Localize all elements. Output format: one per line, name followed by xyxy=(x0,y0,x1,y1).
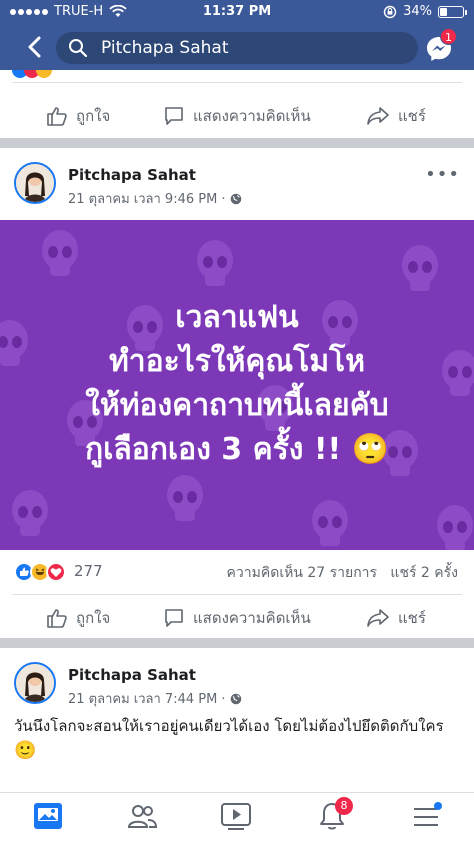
comment-label: แสดงความคิดเห็น xyxy=(193,107,311,125)
chevron-left-icon xyxy=(28,36,41,58)
notifications-badge: 8 xyxy=(335,797,353,815)
post-timestamp: 21 ตุลาคม เวลา 7:44 PM · xyxy=(68,688,242,709)
top-bar: TRUE-H 11:37 PM 34% Pitchapa Sahat 1 xyxy=(0,0,474,70)
like-icon xyxy=(47,609,67,628)
nav-menu[interactable] xyxy=(406,799,446,835)
previous-post-card: ถูกใจ แสดงความคิดเห็น แชร์ xyxy=(0,70,474,138)
post-timestamp: 21 ตุลาคม เวลา 9:46 PM · xyxy=(68,188,242,209)
post-card: Pitchapa Sahat 21 ตุลาคม เวลา 9:46 PM · … xyxy=(0,148,474,638)
profile-photo xyxy=(16,664,54,702)
avatar[interactable] xyxy=(14,662,56,704)
post-text-line-1: เวลาแฟน xyxy=(175,300,299,335)
post-author[interactable]: Pitchapa Sahat xyxy=(68,666,196,684)
back-button[interactable] xyxy=(22,32,48,62)
post-text-line-3: ให้ท่องคาถาบทนี้เลยคับ xyxy=(85,388,389,423)
comment-button[interactable]: แสดงความคิดเห็น xyxy=(163,94,311,138)
post-card: Pitchapa Sahat 21 ตุลาคม เวลา 7:44 PM · … xyxy=(0,648,474,792)
battery-percent: 34% xyxy=(403,4,432,19)
post-author[interactable]: Pitchapa Sahat xyxy=(68,166,196,184)
nav-watch[interactable] xyxy=(216,799,256,835)
like-label: ถูกใจ xyxy=(76,609,111,627)
haha-reaction-icon xyxy=(36,70,52,78)
separator xyxy=(382,565,386,581)
share-label: แชร์ xyxy=(398,609,426,627)
divider xyxy=(12,594,462,595)
battery-icon xyxy=(438,5,467,18)
post-text-line-4: กูเลือกเอง 3 ครั้ง !! 🙄 xyxy=(84,432,390,467)
share-button[interactable]: แชร์ xyxy=(366,596,426,640)
comment-icon xyxy=(165,107,183,125)
post-actions: ถูกใจ แสดงความคิดเห็น แชร์ xyxy=(0,596,474,640)
like-label: ถูกใจ xyxy=(76,107,111,125)
avatar[interactable] xyxy=(14,162,56,204)
reaction-count: 277 xyxy=(74,562,103,580)
post-text-line-2: ทำอะไรให้คุณโมโห xyxy=(108,344,366,379)
previous-post-actions: ถูกใจ แสดงความคิดเห็น แชร์ xyxy=(0,94,474,138)
status-bar: TRUE-H 11:37 PM 34% xyxy=(0,0,474,24)
comment-icon xyxy=(165,609,183,627)
more-options-icon[interactable]: ••• xyxy=(425,164,460,185)
comments-shares-summary[interactable]: ความคิดเห็น 27 รายการ แชร์ 2 ครั้ง xyxy=(227,562,458,584)
search-input[interactable]: Pitchapa Sahat xyxy=(56,32,418,64)
profile-photo xyxy=(16,164,54,202)
post-background-card: เวลาแฟน ทำอะไรให้คุณโมโห ให้ท่องคาถาบทนี… xyxy=(0,220,474,550)
post-header: Pitchapa Sahat 21 ตุลาคม เวลา 7:44 PM · xyxy=(0,648,474,708)
post-emoji: 🙂 xyxy=(14,740,37,761)
love-reaction-icon xyxy=(46,562,66,582)
share-icon xyxy=(367,609,389,627)
watch-icon xyxy=(221,803,251,830)
post-time-text: 21 ตุลาคม เวลา 9:46 PM · xyxy=(68,192,226,207)
divider xyxy=(12,82,462,83)
nav-news-feed[interactable] xyxy=(28,799,68,835)
post-header: Pitchapa Sahat 21 ตุลาคม เวลา 9:46 PM · … xyxy=(0,148,474,208)
nav-groups[interactable] xyxy=(122,799,162,835)
bottom-nav xyxy=(0,792,474,842)
share-icon xyxy=(367,107,389,125)
comment-label: แสดงความคิดเห็น xyxy=(193,609,311,627)
share-label: แชร์ xyxy=(398,107,426,125)
search-query: Pitchapa Sahat xyxy=(101,38,229,58)
like-button[interactable]: ถูกใจ xyxy=(46,94,110,138)
orientation-lock-icon xyxy=(383,5,397,18)
like-icon xyxy=(47,107,67,126)
facebook-screen: TRUE-H 11:37 PM 34% Pitchapa Sahat 1 ถูก… xyxy=(0,0,474,842)
battery-fill xyxy=(440,7,447,16)
previous-reactions xyxy=(12,70,132,80)
news-feed-icon xyxy=(34,803,62,829)
status-right: 34% xyxy=(383,4,467,19)
search-icon xyxy=(69,39,88,58)
post-time-text: 21 ตุลาคม เวลา 7:44 PM · xyxy=(68,692,226,707)
comment-count[interactable]: ความคิดเห็น 27 รายการ xyxy=(227,565,378,581)
menu-icon xyxy=(414,802,442,826)
messenger-badge: 1 xyxy=(440,28,457,45)
groups-icon xyxy=(127,805,158,828)
reactions-bar[interactable]: 277 ความคิดเห็น 27 รายการ แชร์ 2 ครั้ง xyxy=(0,554,474,590)
share-button[interactable]: แชร์ xyxy=(366,94,426,138)
share-count[interactable]: แชร์ 2 ครั้ง xyxy=(390,565,458,581)
globe-icon xyxy=(230,193,241,204)
globe-icon xyxy=(230,693,241,704)
like-button[interactable]: ถูกใจ xyxy=(46,596,110,640)
post-text: วันนึงโลกจะสอนให้เราอยู่คนเดียวได้เอง โด… xyxy=(14,717,444,735)
comment-button[interactable]: แสดงความคิดเห็น xyxy=(163,596,311,640)
